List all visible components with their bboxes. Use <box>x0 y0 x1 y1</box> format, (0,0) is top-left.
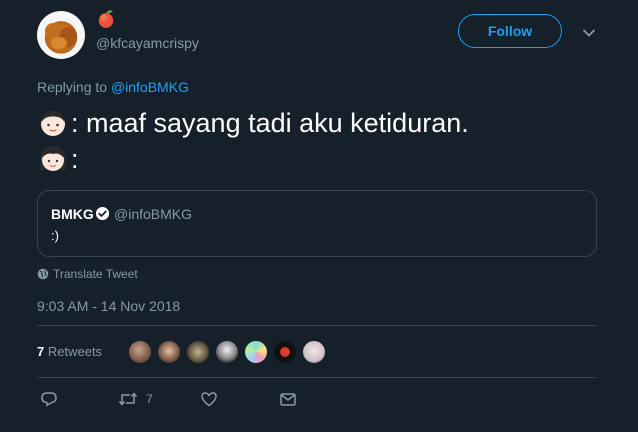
follow-button[interactable]: Follow <box>458 14 562 48</box>
retweeter-avatar[interactable] <box>302 340 326 364</box>
retweets-label: Retweets <box>47 344 103 359</box>
author-handle[interactable]: @kfcayamcrispy <box>96 35 199 51</box>
retweets-count: 7 <box>37 344 45 359</box>
retweeter-avatar[interactable] <box>128 340 152 364</box>
reply-icon <box>41 392 57 407</box>
quoted-tweet-card[interactable]: BMKG @infoBMKG :) <box>37 190 597 257</box>
mango-emoji-icon <box>98 10 114 28</box>
tweet-text-1: : maaf sayang tadi aku ketiduran. <box>71 107 469 138</box>
quoted-author-handle: @infoBMKG <box>114 206 193 222</box>
retweet-action-count: 7 <box>146 392 153 406</box>
replying-to: Replying to @infoBMKG <box>37 79 189 95</box>
retweets-stat[interactable]: 7 Retweets <box>37 344 102 359</box>
quoted-author-name: BMKG <box>51 206 94 222</box>
author-avatar[interactable] <box>37 11 85 59</box>
reply-button[interactable] <box>40 389 58 409</box>
heart-icon <box>201 392 217 407</box>
divider <box>37 325 597 326</box>
tweet-timestamp[interactable]: 9:03 AM - 14 Nov 2018 <box>37 298 180 314</box>
like-button[interactable] <box>200 389 218 409</box>
retweeter-avatar[interactable] <box>186 340 210 364</box>
retweeter-avatar[interactable] <box>215 340 239 364</box>
verified-badge-icon <box>95 206 110 221</box>
replying-to-label: Replying to <box>37 79 108 95</box>
replying-to-mention-link[interactable]: @infoBMKG <box>111 79 189 95</box>
translate-tweet-link[interactable]: Translate Tweet <box>37 267 138 281</box>
retweet-icon <box>118 392 138 406</box>
divider <box>37 377 597 378</box>
envelope-icon <box>280 393 296 406</box>
translate-tweet-label: Translate Tweet <box>53 267 138 281</box>
boy-face-emoji-icon <box>41 111 65 136</box>
quoted-tweet-text: :) <box>51 228 59 243</box>
retweeter-avatar[interactable] <box>244 340 268 364</box>
retweet-button[interactable]: 7 <box>118 389 153 409</box>
tweet-text-line-2: : <box>37 142 79 176</box>
chevron-down-icon[interactable] <box>580 24 598 42</box>
girl-face-emoji-icon <box>40 146 66 171</box>
tweet-text-2: : <box>71 143 79 174</box>
globe-icon <box>37 268 49 280</box>
retweeter-avatar[interactable] <box>157 340 181 364</box>
tweet-text-line-1: : maaf sayang tadi aku ketiduran. <box>37 105 469 141</box>
tweet-detail: @kfcayamcrispy Follow Replying to @infoB… <box>0 0 638 432</box>
retweeter-avatar[interactable] <box>273 340 297 364</box>
direct-message-button[interactable] <box>279 389 297 409</box>
